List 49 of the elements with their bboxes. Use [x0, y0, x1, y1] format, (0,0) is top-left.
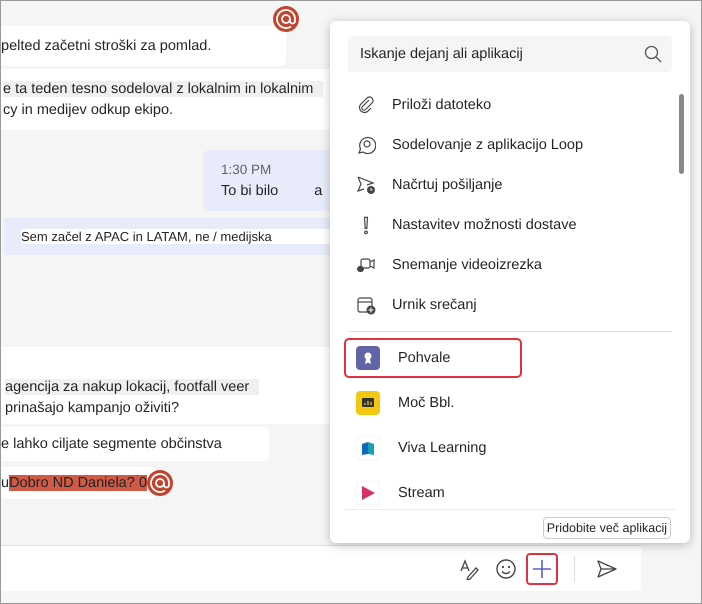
- highlighted-text: Dobro ND Daniela? 0: [9, 475, 147, 491]
- app-item[interactable]: Viva Learning: [344, 428, 522, 468]
- award-icon: [356, 346, 380, 370]
- menu-item[interactable]: Snemanje videoizrezka: [348, 245, 672, 285]
- message-text: e ta teden tesno sodeloval z lokalnim in lokalnim: [3, 81, 324, 97]
- app-item[interactable]: Pohvale: [344, 338, 522, 378]
- message-text: a: [314, 183, 322, 199]
- app-item[interactable]: Moč Bbl.: [344, 383, 522, 423]
- menu-item[interactable]: Urnik srečanj: [348, 285, 672, 325]
- menu-item-label: Sodelovanje z aplikacijo Loop: [392, 137, 584, 153]
- menu-item-label: Urnik srečanj: [392, 297, 477, 313]
- search-field[interactable]: Iskanje dejanj ali aplikacij: [348, 36, 672, 72]
- message-text: pelted začetni stroški za pomlad.: [1, 38, 212, 54]
- menu-item[interactable]: Sodelovanje z aplikacijo Loop: [348, 125, 672, 165]
- menu-item-label: Snemanje videoizrezka: [392, 257, 542, 273]
- app-label: Stream: [398, 485, 445, 501]
- app-label: Moč Bbl.: [398, 395, 454, 411]
- message-text: cy in medijev odkup ekipo.: [3, 102, 174, 118]
- message-time: 1:30 PM: [221, 162, 272, 177]
- loop-icon: [356, 135, 376, 155]
- menu-item-label: Načrtuj pošiljanje: [392, 177, 502, 193]
- format-icon: [459, 558, 481, 580]
- exclamation-icon: [363, 216, 369, 234]
- menu-item-label: Priloži datoteko: [392, 97, 492, 113]
- message-text: agencija za nakup lokacij, footfall veer: [5, 379, 260, 395]
- app-item[interactable]: Stream: [344, 473, 522, 509]
- more-apps-button[interactable]: Pridobite več aplikacij: [542, 516, 671, 538]
- paperclip-icon: [356, 95, 376, 115]
- app-label: Pohvale: [398, 350, 450, 366]
- menu-item-label: Nastavitev možnosti dostave: [392, 217, 577, 233]
- clock-send-icon: [356, 175, 376, 195]
- app-label: Viva Learning: [398, 440, 486, 456]
- menu-item[interactable]: Nastavitev možnosti dostave: [348, 205, 672, 245]
- emoji-icon: [495, 558, 517, 580]
- send-icon: [596, 558, 618, 580]
- menu-item[interactable]: Načrtuj pošiljanje: [348, 165, 672, 205]
- scrollbar[interactable]: [679, 94, 684, 174]
- plus-icon: [531, 558, 553, 580]
- message-text: e lahko ciljate segmente občinstva: [1, 436, 223, 452]
- book-icon: [356, 436, 380, 460]
- calendar-add-icon: [356, 295, 376, 315]
- message-text: Sem začel z APAC in LATAM, ne / medijska: [21, 229, 331, 244]
- chart-icon: [356, 391, 380, 415]
- add-button[interactable]: [526, 552, 558, 584]
- message-text: To bi bilo: [221, 183, 278, 199]
- play-icon: [356, 481, 380, 505]
- search-icon: [644, 45, 662, 63]
- message-text: prinašajo kampanjo oživiti?: [5, 400, 180, 416]
- menu-item[interactable]: Priloži datoteko: [348, 85, 672, 125]
